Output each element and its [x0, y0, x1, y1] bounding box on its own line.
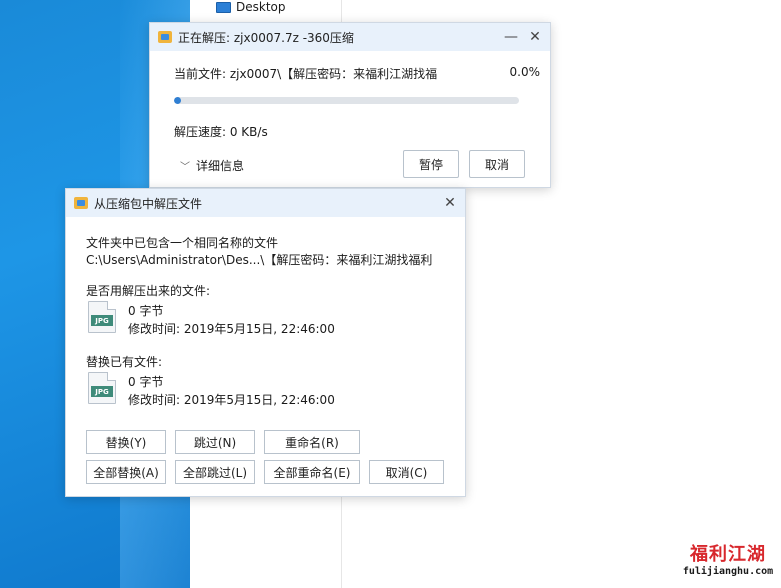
progress-bar — [174, 97, 519, 104]
conflict-titlebar[interactable]: 从压缩包中解压文件 ✕ — [66, 189, 465, 217]
conflict-path: C:\Users\Administrator\Des...\【解压密码：来福利江… — [86, 253, 433, 267]
extract-progress-window: 正在解压: zjx0007.7z -360压缩 — ✕ 当前文件: zjx000… — [149, 22, 551, 188]
file-conflict-dialog: 从压缩包中解压文件 ✕ 文件夹中已包含一个相同名称的文件 C:\Users\Ad… — [65, 188, 466, 497]
cancel-conflict-button[interactable]: 取消(C) — [369, 460, 444, 484]
existing-file-size: 0 字节 — [128, 375, 164, 389]
monitor-icon — [216, 1, 231, 13]
desktop-folder-item[interactable]: Desktop — [216, 0, 286, 14]
skip-button[interactable]: 跳过(N) — [175, 430, 255, 454]
site-watermark: 福利江湖 fulijianghu.com — [680, 540, 776, 584]
existing-file-modified: 修改时间: 2019年5月15日, 22:46:00 — [128, 393, 335, 407]
watermark-logo: 福利江湖 — [690, 544, 766, 565]
app-360zip-icon — [74, 197, 88, 209]
pause-button[interactable]: 暂停 — [403, 150, 459, 178]
extracted-file-modified: 修改时间: 2019年5月15日, 22:46:00 — [128, 322, 335, 336]
chevron-down-icon: ﹀ — [180, 162, 190, 173]
desktop-folder-label: Desktop — [236, 0, 286, 14]
extracted-file-size: 0 字节 — [128, 304, 164, 318]
conflict-message: 文件夹中已包含一个相同名称的文件 — [86, 236, 279, 250]
cancel-button[interactable]: 取消 — [469, 150, 525, 178]
speed-text: 解压速度: 0 KB/s — [174, 125, 268, 139]
replace-existing-label: 替换已有文件: — [86, 355, 163, 369]
app-360zip-icon — [158, 31, 172, 43]
current-file-text: 当前文件: zjx0007\【解压密码：来福利江湖找福 — [174, 67, 438, 81]
rename-all-button[interactable]: 全部重命名(E) — [264, 460, 360, 484]
skip-all-button[interactable]: 全部跳过(L) — [175, 460, 255, 484]
replace-button[interactable]: 替换(Y) — [86, 430, 166, 454]
progress-bar-fill — [174, 97, 181, 104]
jpg-file-icon: JPG — [88, 301, 116, 333]
progress-titlebar[interactable]: 正在解压: zjx0007.7z -360压缩 — ✕ — [150, 23, 550, 51]
close-icon[interactable]: ✕ — [526, 28, 544, 46]
conflict-dialog-title: 从压缩包中解压文件 — [94, 196, 203, 211]
progress-window-title: 正在解压: zjx0007.7z -360压缩 — [178, 30, 354, 45]
progress-percent: 0.0% — [509, 65, 541, 79]
minimize-icon[interactable]: — — [502, 28, 520, 46]
close-icon[interactable]: ✕ — [441, 194, 459, 212]
watermark-url: fulijianghu.com — [682, 566, 774, 577]
details-label: 详细信息 — [196, 159, 245, 173]
replace-all-button[interactable]: 全部替换(A) — [86, 460, 166, 484]
jpg-file-icon: JPG — [88, 372, 116, 404]
rename-button[interactable]: 重命名(R) — [264, 430, 360, 454]
details-toggle[interactable]: ﹀ 详细信息 — [180, 157, 244, 174]
use-extracted-label: 是否用解压出来的文件: — [86, 284, 211, 298]
